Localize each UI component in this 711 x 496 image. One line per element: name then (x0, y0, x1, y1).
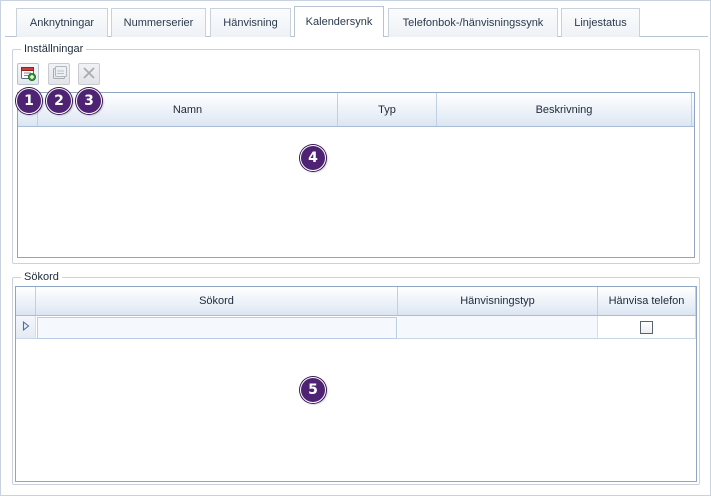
tab-nummerserier[interactable]: Nummerserier (111, 8, 206, 37)
column-header-typ[interactable]: Typ (338, 93, 437, 126)
table-row[interactable] (16, 316, 696, 339)
callout-1: 1 (16, 88, 42, 114)
tab-label: Kalendersynk (305, 16, 373, 28)
keywords-grid-header: Sökord Hänvisningstyp Hänvisa telefon (16, 287, 696, 316)
settings-group-title: Inställningar (21, 43, 87, 56)
hanvisa-telefon-checkbox[interactable] (640, 320, 653, 334)
tab-label: Linjestatus (574, 17, 627, 29)
tab-bar: Anknytningar Nummerserier Hänvisning Kal… (5, 1, 708, 37)
delete-button[interactable] (78, 63, 100, 85)
row-indicator (16, 316, 36, 338)
settings-grid[interactable]: Namn Typ Beskrivning (17, 92, 695, 258)
tab-hanvisning[interactable]: Hänvisning (210, 8, 291, 37)
add-calendar-icon (20, 65, 36, 84)
column-label: Sökord (199, 295, 234, 307)
settings-grid-header: Namn Typ Beskrivning (18, 93, 694, 127)
keywords-grid[interactable]: Sökord Hänvisningstyp Hänvisa telefon (15, 286, 697, 482)
callout-3: 3 (76, 88, 102, 114)
column-label: Namn (172, 103, 203, 116)
column-label: Beskrivning (535, 103, 593, 116)
tab-label: Telefonbok-/hänvisningssynk (402, 17, 544, 29)
edit-calendar-icon (51, 65, 67, 84)
delete-x-icon (81, 65, 97, 84)
current-row-arrow-icon (22, 320, 30, 334)
tab-label: Anknytningar (29, 17, 95, 29)
row-header-column (16, 287, 36, 315)
tab-kalendersynk[interactable]: Kalendersynk (294, 6, 384, 37)
edit-button[interactable] (48, 63, 70, 85)
column-header-sokord[interactable]: Sökord (36, 287, 398, 315)
tab-anknytningar[interactable]: Anknytningar (16, 8, 108, 37)
callout-4: 4 (300, 145, 326, 171)
column-header-beskrivning[interactable]: Beskrivning (437, 93, 692, 126)
hanvisningstyp-cell[interactable] (398, 316, 598, 338)
column-header-hanvisningstyp[interactable]: Hänvisningstyp (398, 287, 598, 315)
column-header-hanvisa-telefon[interactable]: Hänvisa telefon (598, 287, 696, 315)
tab-telefonbok-hanvisningssynk[interactable]: Telefonbok-/hänvisningssynk (388, 8, 558, 37)
sokord-cell[interactable] (37, 317, 397, 339)
column-label: Hänvisa telefon (608, 295, 685, 307)
add-button[interactable] (17, 63, 39, 85)
column-label: Typ (378, 103, 396, 116)
settings-panel: Anknytningar Nummerserier Hänvisning Kal… (0, 0, 711, 496)
callout-2: 2 (46, 88, 72, 114)
keywords-group-title: Sökord (21, 271, 62, 284)
hanvisa-telefon-cell[interactable] (598, 316, 696, 338)
column-label: Hänvisningstyp (460, 295, 535, 307)
callout-5: 5 (300, 377, 326, 403)
tab-label: Hänvisning (223, 17, 278, 29)
tab-label: Nummerserier (123, 17, 194, 29)
tab-linjestatus[interactable]: Linjestatus (561, 8, 640, 37)
